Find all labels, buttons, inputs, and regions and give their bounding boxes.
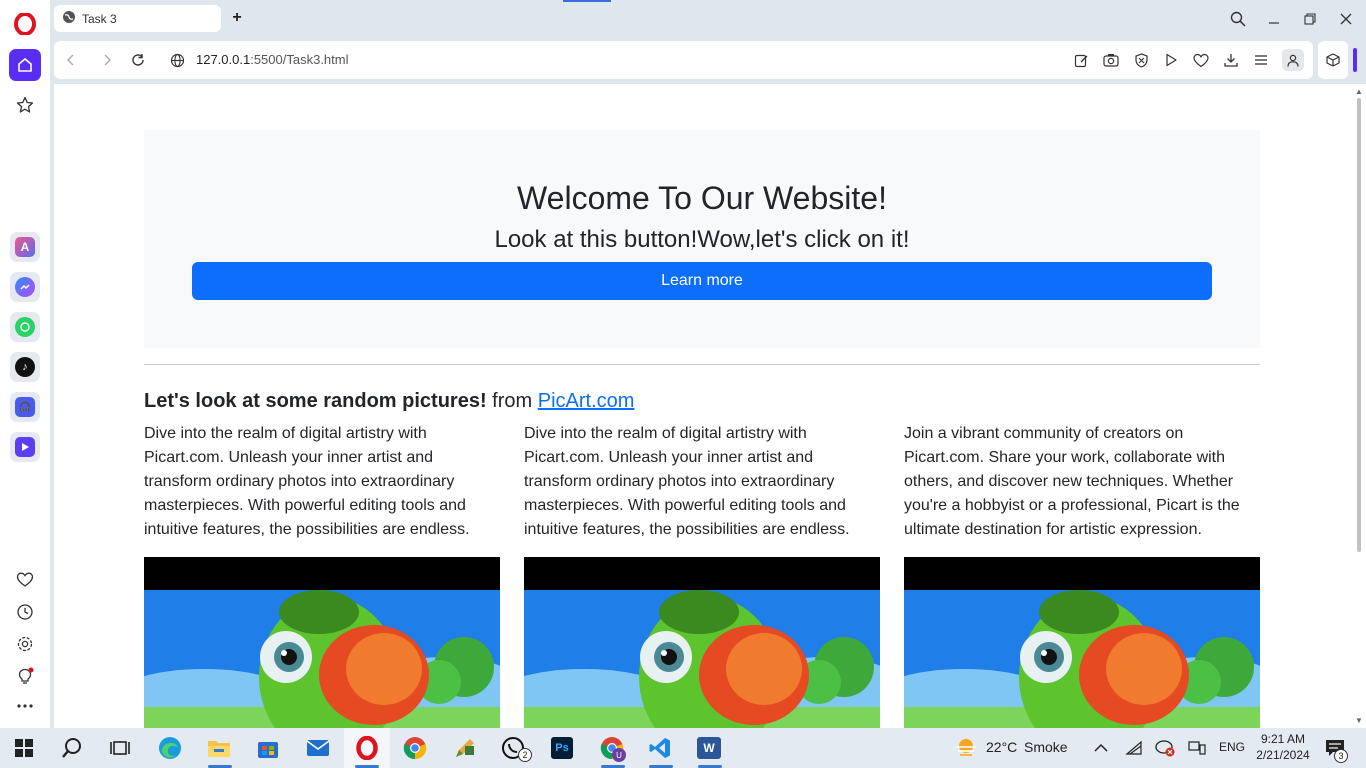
url-field[interactable]: 127.0.0.1:5500/Task3.html (196, 52, 349, 67)
section-title-from: from (486, 390, 538, 412)
windows-start-icon[interactable] (11, 735, 37, 761)
system-clock[interactable]: 9:21 AM 2/21/2024 (1248, 731, 1318, 763)
file-explorer-icon[interactable] (206, 735, 232, 761)
adblock-shield-icon[interactable] (1132, 51, 1150, 69)
word-icon[interactable]: W (696, 735, 722, 761)
clock-time: 9:21 AM (1260, 732, 1306, 746)
search-icon[interactable] (59, 735, 85, 761)
whatsapp-icon[interactable] (10, 312, 40, 342)
url-host: 127.0.0.1 (196, 52, 251, 67)
snapshot-camera-icon[interactable] (1102, 51, 1120, 69)
tab-task3[interactable]: Task 3 (54, 5, 221, 32)
tab-bar: Task 3 + (50, 0, 1366, 38)
more-options-icon[interactable] (13, 694, 37, 718)
section-heading: Let's look at some random pictures! from… (144, 390, 634, 413)
windows-taskbar: 2 Ps U W 22°C Smoke ENG 9:21 AM 2/21/202… (0, 728, 1366, 768)
globe-favicon-icon (62, 10, 76, 27)
weather-description[interactable]: Smoke (1024, 739, 1068, 755)
column-text: Dive into the realm of digital artistry … (524, 425, 850, 538)
security-alert-icon[interactable] (1152, 735, 1178, 761)
notification-count-badge: 3 (1334, 749, 1348, 763)
page-scrollbar[interactable]: ▲ ▼ (1352, 84, 1366, 728)
scrollbar-thumb[interactable] (1357, 98, 1361, 552)
divider (144, 364, 1260, 365)
tab-title: Task 3 (82, 11, 117, 26)
minimize-icon[interactable] (1263, 8, 1285, 30)
opera-taskbar-icon[interactable] (354, 735, 380, 761)
edit-note-icon[interactable] (1072, 51, 1090, 69)
edge-browser-icon[interactable] (157, 735, 183, 761)
sidebar-accent-bar (1353, 48, 1357, 72)
whatsapp-badge: 2 (518, 748, 532, 762)
messenger-icon[interactable] (10, 272, 40, 302)
url-path: :5500/Task3.html (250, 52, 349, 67)
scroll-up-arrow-icon[interactable]: ▲ (1355, 87, 1363, 96)
column-text: Join a vibrant community of creators on … (904, 425, 1240, 538)
player-play-icon[interactable] (1162, 51, 1180, 69)
text-column-1: Dive into the realm of digital artistry … (144, 422, 500, 542)
tab-scroll-indicator (563, 0, 611, 2)
learn-more-button[interactable]: Learn more (192, 262, 1212, 300)
heart-icon[interactable] (13, 568, 37, 592)
profile-avatar-icon[interactable] (1282, 49, 1304, 71)
column-text: Dive into the realm of digital artistry … (144, 425, 470, 538)
bookmarks-star-icon[interactable] (13, 93, 37, 117)
address-bar: 127.0.0.1:5500/Task3.html (54, 41, 1313, 79)
microsoft-store-icon[interactable] (255, 735, 281, 761)
app-pencil-icon[interactable] (452, 735, 478, 761)
tiktok-icon[interactable]: ♪ (10, 352, 40, 382)
vscode-icon[interactable] (647, 735, 673, 761)
hero-subtitle: Look at this button!Wow,let's click on i… (494, 226, 910, 253)
aria-app-icon[interactable]: A (10, 232, 40, 262)
downloads-icon[interactable] (1222, 51, 1240, 69)
tips-lightbulb-icon[interactable] (13, 664, 37, 688)
chrome-profile-badge: U (612, 748, 626, 762)
show-hidden-icons-chevron-icon[interactable] (1088, 735, 1114, 761)
parrot-image-1 (144, 557, 500, 728)
parrot-image-3 (904, 557, 1260, 728)
close-icon[interactable] (1335, 8, 1357, 30)
scroll-down-arrow-icon[interactable]: ▼ (1355, 716, 1363, 725)
extensions-cube-icon[interactable] (1318, 41, 1348, 79)
forward-arrow-icon[interactable] (98, 51, 116, 69)
weather-haze-icon[interactable] (953, 735, 979, 761)
search-tabs-icon[interactable] (1227, 8, 1249, 30)
home-icon[interactable] (9, 49, 41, 81)
favorite-heart-icon[interactable] (1192, 51, 1210, 69)
easy-setup-menu-icon[interactable] (1252, 51, 1270, 69)
mail-icon[interactable] (305, 735, 331, 761)
hero-section: Welcome To Our Website! Look at this but… (144, 130, 1260, 348)
text-column-2: Dive into the realm of digital artistry … (524, 422, 880, 542)
opera-sidebar: A ♪ 🎧 (0, 0, 50, 728)
parrot-image-2 (524, 557, 880, 728)
back-arrow-icon[interactable] (62, 51, 80, 69)
reload-icon[interactable] (129, 51, 147, 69)
task-view-icon[interactable] (107, 735, 133, 761)
clock-date: 2/21/2024 (1256, 748, 1310, 762)
chrome-icon[interactable] (402, 735, 428, 761)
opera-logo-icon[interactable] (14, 12, 36, 36)
restore-icon[interactable] (1299, 8, 1321, 30)
history-clock-icon[interactable] (13, 600, 37, 624)
section-title-bold: Let's look at some random pictures! (144, 390, 487, 412)
new-tab-plus-icon[interactable]: + (228, 9, 246, 27)
hero-title: Welcome To Our Website! (517, 180, 887, 216)
photoshop-icon[interactable]: Ps (549, 735, 575, 761)
settings-gear-icon[interactable] (13, 632, 37, 656)
player-app-icon[interactable] (10, 432, 40, 462)
picart-link[interactable]: PicArt.com (538, 390, 635, 412)
page-viewport: Welcome To Our Website! Look at this but… (54, 84, 1366, 728)
music-player-icon[interactable]: 🎧 (10, 392, 40, 422)
weather-temperature[interactable]: 22°C (986, 739, 1017, 755)
text-column-3: Join a vibrant community of creators on … (904, 422, 1260, 542)
devices-icon[interactable] (1184, 735, 1210, 761)
network-wifi-icon[interactable] (1121, 735, 1147, 761)
site-info-globe-icon[interactable] (168, 51, 186, 69)
input-language[interactable]: ENG (1219, 740, 1245, 754)
